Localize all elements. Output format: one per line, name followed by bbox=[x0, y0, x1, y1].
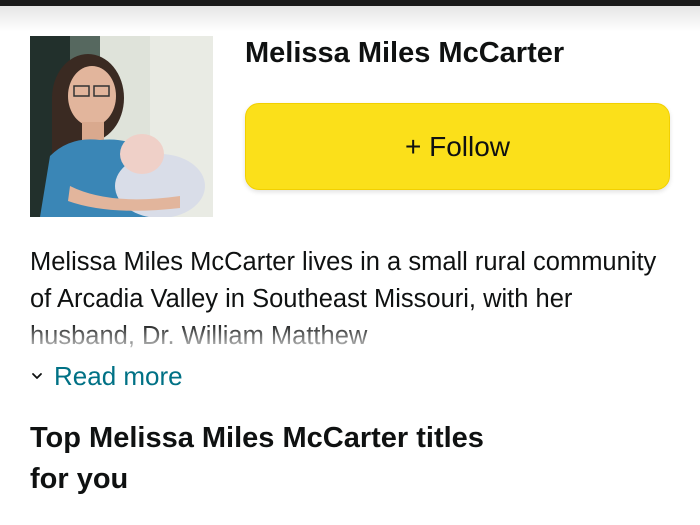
section-title: Top Melissa Miles McCarter titles for yo… bbox=[30, 422, 484, 495]
header-shadow bbox=[0, 6, 700, 32]
follow-button[interactable]: + Follow bbox=[245, 103, 670, 190]
author-name: Melissa Miles McCarter bbox=[245, 37, 565, 69]
read-more-link[interactable]: Read more bbox=[30, 359, 183, 393]
chevron-down-icon bbox=[32, 373, 42, 379]
bio-fade-overlay bbox=[0, 322, 700, 352]
read-more-label: Read more bbox=[54, 360, 183, 391]
author-page: Melissa Miles McCarter + Follow Melissa … bbox=[0, 0, 700, 525]
author-photo-image bbox=[30, 36, 213, 217]
author-photo bbox=[30, 36, 213, 217]
